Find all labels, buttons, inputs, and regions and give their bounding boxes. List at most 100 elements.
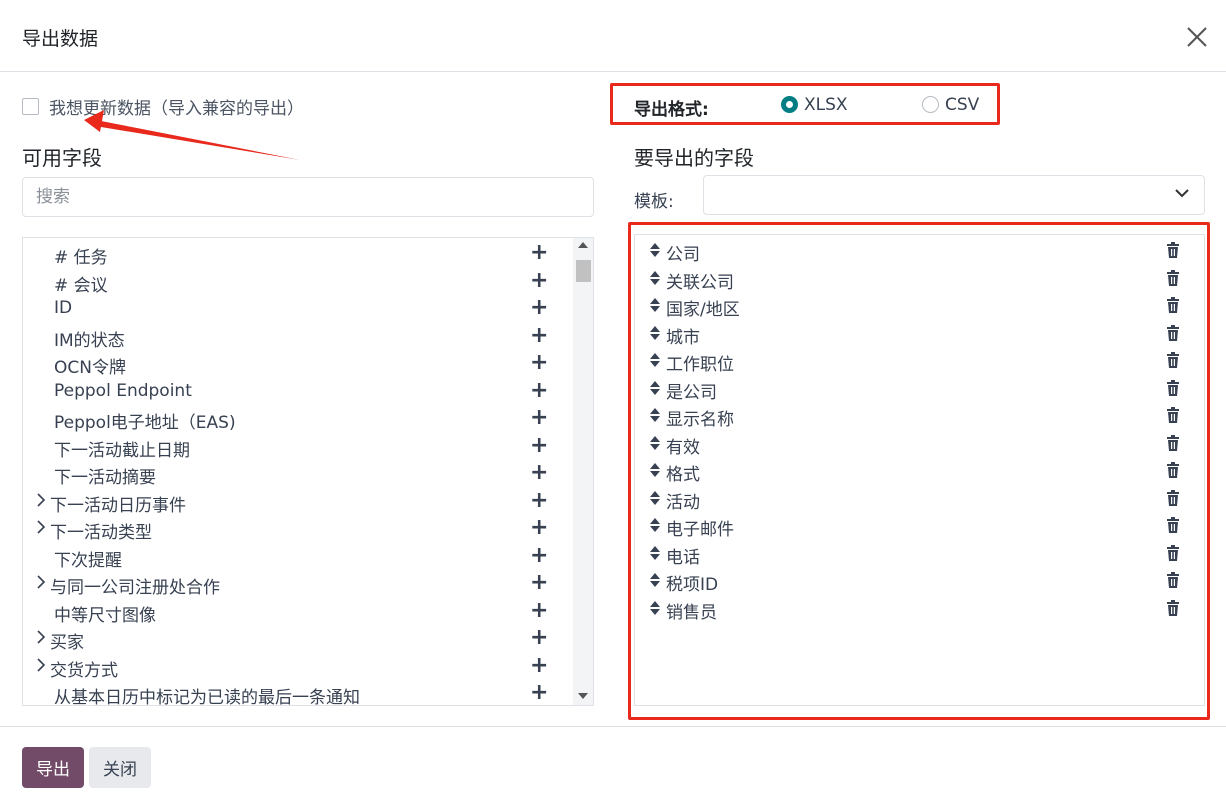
add-field-icon[interactable]: + — [530, 681, 548, 705]
sort-handle-icon[interactable] — [649, 462, 661, 478]
trash-icon[interactable] — [1166, 242, 1180, 258]
search-input[interactable] — [22, 177, 594, 217]
sort-handle-icon[interactable] — [649, 242, 661, 258]
export-field-row[interactable]: 工作职位 — [635, 347, 1204, 375]
add-field-icon[interactable]: + — [530, 323, 548, 348]
export-field-row[interactable]: 格式 — [635, 457, 1204, 485]
sort-handle-icon[interactable] — [649, 545, 661, 561]
add-field-icon[interactable]: + — [530, 543, 548, 568]
trash-icon[interactable] — [1166, 379, 1180, 396]
available-field-row[interactable]: # 任务 + — [23, 240, 573, 269]
sort-handle-icon[interactable] — [649, 572, 661, 588]
sort-handle-icon[interactable] — [649, 297, 661, 313]
radio-xlsx-label[interactable]: XLSX — [804, 95, 848, 115]
add-field-icon[interactable]: + — [530, 268, 548, 293]
export-field-row[interactable]: 电话 — [635, 540, 1204, 568]
available-field-row[interactable]: 从基本日历中标记为已读的最后一条通知 + — [23, 680, 573, 706]
chevron-right-icon[interactable] — [35, 517, 47, 542]
chevron-right-icon[interactable] — [35, 655, 47, 680]
sort-handle-icon[interactable] — [649, 600, 661, 616]
available-field-row[interactable]: 下次提醒 + — [23, 543, 573, 571]
trash-icon[interactable] — [1166, 489, 1180, 506]
trash-icon[interactable] — [1166, 297, 1180, 313]
add-field-icon[interactable]: + — [530, 378, 548, 403]
export-button[interactable]: 导出 — [22, 747, 84, 788]
add-field-icon[interactable]: + — [530, 296, 548, 320]
add-field-icon[interactable]: + — [530, 406, 548, 430]
scroll-down-icon[interactable] — [578, 693, 588, 699]
chevron-right-icon[interactable] — [35, 627, 47, 652]
available-field-row[interactable]: OCN令牌 + — [23, 350, 573, 379]
available-field-row[interactable]: ID + — [23, 295, 573, 323]
export-field-row[interactable]: 销售员 — [635, 595, 1204, 623]
radio-csv-label[interactable]: CSV — [945, 95, 979, 115]
available-field-row[interactable]: Peppol电子地址（EAS) + — [23, 405, 573, 434]
add-field-icon[interactable]: + — [530, 241, 548, 265]
available-field-row[interactable]: 与同一公司注册处合作 + — [23, 570, 573, 598]
available-field-row[interactable]: 中等尺寸图像 + — [23, 598, 573, 626]
available-field-row[interactable]: 下一活动日历事件 + — [23, 488, 573, 516]
trash-icon[interactable] — [1166, 572, 1180, 588]
add-field-icon[interactable]: + — [530, 571, 548, 595]
export-field-label: 城市 — [666, 327, 700, 348]
trash-icon[interactable] — [1166, 352, 1180, 368]
compat-option[interactable]: 我想更新数据（导入兼容的导出） — [22, 94, 304, 119]
available-field-row[interactable]: 交货方式 + — [23, 653, 573, 681]
trash-icon[interactable] — [1166, 407, 1180, 423]
sort-handle-icon[interactable] — [649, 352, 661, 368]
export-field-row[interactable]: 显示名称 — [635, 402, 1204, 430]
chevron-right-icon[interactable] — [35, 572, 47, 597]
available-field-row[interactable]: IM的状态 + — [23, 323, 573, 351]
add-field-icon[interactable]: + — [530, 433, 548, 458]
export-field-row[interactable]: 有效 — [635, 430, 1204, 458]
add-field-icon[interactable]: + — [530, 598, 548, 623]
sort-handle-icon[interactable] — [649, 325, 661, 341]
close-icon[interactable] — [1180, 20, 1214, 54]
available-field-row[interactable]: 下一活动摘要 + — [23, 460, 573, 489]
export-field-row[interactable]: 城市 — [635, 320, 1204, 348]
chevron-right-icon[interactable] — [35, 490, 47, 515]
scrollbar[interactable] — [573, 238, 593, 705]
trash-icon[interactable] — [1166, 324, 1180, 341]
export-field-row[interactable]: 电子邮件 — [635, 512, 1204, 540]
export-field-row[interactable]: 关联公司 — [635, 265, 1204, 293]
export-field-row[interactable]: 国家/地区 — [635, 292, 1204, 320]
add-field-icon[interactable]: + — [530, 626, 548, 650]
scroll-thumb[interactable] — [576, 260, 591, 282]
add-field-icon[interactable]: + — [530, 461, 548, 485]
chevron-down-icon[interactable] — [1172, 183, 1192, 203]
sort-handle-icon[interactable] — [649, 407, 661, 423]
available-field-label: 与同一公司注册处合作 — [50, 578, 220, 598]
export-field-row[interactable]: 活动 — [635, 485, 1204, 513]
sort-handle-icon[interactable] — [649, 270, 661, 286]
sort-handle-icon[interactable] — [649, 380, 661, 396]
available-field-row[interactable]: # 会议 + — [23, 268, 573, 296]
available-field-row[interactable]: Peppol Endpoint + — [23, 378, 573, 406]
available-field-row[interactable]: 下一活动类型 + — [23, 515, 573, 543]
export-field-row[interactable]: 税项ID — [635, 567, 1204, 595]
sort-handle-icon[interactable] — [649, 490, 661, 506]
scroll-up-icon[interactable] — [578, 242, 588, 248]
add-field-icon[interactable]: + — [530, 653, 548, 678]
add-field-icon[interactable]: + — [530, 488, 548, 513]
template-select[interactable] — [703, 175, 1205, 215]
export-field-row[interactable]: 公司 — [635, 237, 1204, 265]
export-field-row[interactable]: 是公司 — [635, 375, 1204, 403]
add-field-icon[interactable]: + — [530, 516, 548, 540]
trash-icon[interactable] — [1166, 462, 1180, 478]
sort-handle-icon[interactable] — [649, 435, 661, 451]
add-field-icon[interactable]: + — [530, 351, 548, 375]
radio-xlsx[interactable] — [781, 96, 798, 113]
trash-icon[interactable] — [1166, 517, 1180, 533]
close-button[interactable]: 关闭 — [89, 747, 151, 788]
trash-icon[interactable] — [1166, 544, 1180, 561]
trash-icon[interactable] — [1166, 269, 1180, 286]
radio-csv[interactable] — [922, 96, 939, 113]
sort-handle-icon[interactable] — [649, 517, 661, 533]
trash-icon[interactable] — [1166, 599, 1180, 616]
compat-checkbox[interactable] — [22, 98, 39, 115]
available-field-row[interactable]: 买家 + — [23, 625, 573, 653]
trash-icon[interactable] — [1166, 434, 1180, 451]
export-field-label: 电话 — [666, 547, 700, 568]
available-field-row[interactable]: 下一活动截止日期 + — [23, 433, 573, 461]
